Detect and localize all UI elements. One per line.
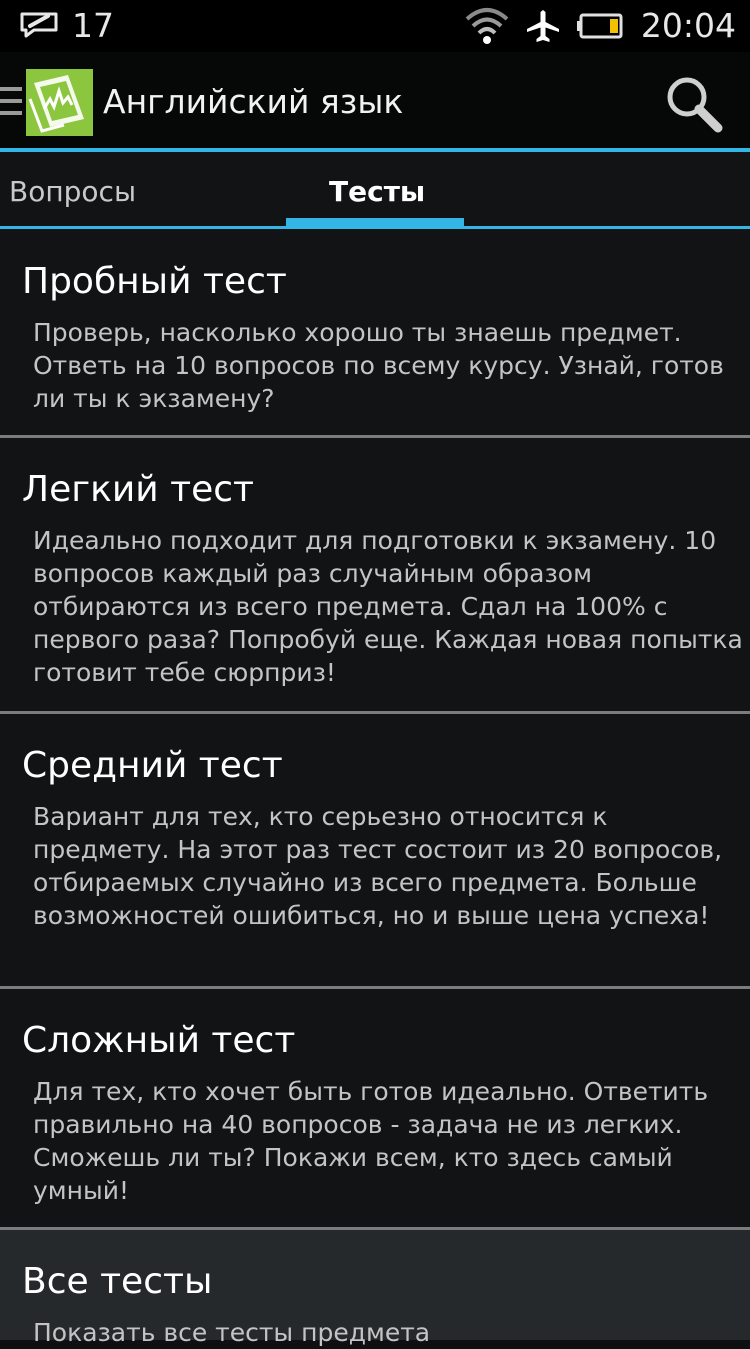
- list-item-title: Средний тест: [22, 745, 283, 786]
- status-right: 20:04: [449, 6, 736, 46]
- list-item-title: Легкий тест: [22, 469, 254, 510]
- list-item-description: Идеально подходит для подготовки к экзам…: [33, 526, 743, 687]
- list-item-trial-test[interactable]: Пробный тест Проверь, насколько хорошо т…: [0, 229, 750, 435]
- status-left: 17: [18, 6, 114, 46]
- tab-bar: Вопросы Тесты: [0, 152, 750, 228]
- search-icon[interactable]: [664, 74, 724, 134]
- tab-selected-indicator: [286, 218, 464, 226]
- airplane-mode-icon: [525, 8, 561, 44]
- list-item-title: Сложный тест: [22, 1020, 296, 1061]
- tab-tests[interactable]: Тесты: [329, 174, 425, 210]
- list-item-all-tests[interactable]: Все тесты Показать все тесты предмета: [0, 1230, 750, 1347]
- list-item-title: Все тесты: [22, 1261, 213, 1302]
- menu-icon[interactable]: [0, 87, 22, 117]
- list-item-medium-test[interactable]: Средний тест Вариант для тех, кто серьез…: [0, 714, 750, 986]
- wifi-icon: [465, 7, 509, 45]
- message-icon: [18, 8, 60, 44]
- list-item-description: Проверь, насколько хорошо ты знаешь пред…: [33, 318, 724, 413]
- list-item-hard-test[interactable]: Сложный тест Для тех, кто хочет быть гот…: [0, 989, 750, 1227]
- list-item-description: Вариант для тех, кто серьезно относится …: [33, 802, 723, 930]
- action-bar: Английский язык: [0, 52, 750, 150]
- list-item-title: Пробный тест: [22, 261, 287, 302]
- notification-count: 17: [72, 6, 114, 45]
- status-bar: 17 20:04: [0, 0, 750, 52]
- app-title: Английский язык: [103, 82, 404, 121]
- clock: 20:04: [640, 6, 736, 45]
- list-item-easy-test[interactable]: Легкий тест Идеально подходит для подгот…: [0, 438, 750, 711]
- app-logo-icon[interactable]: [26, 69, 93, 136]
- battery-icon: [576, 13, 625, 39]
- list-item-description: Для тех, кто хочет быть готов идеально. …: [33, 1077, 709, 1205]
- tab-questions[interactable]: Вопросы: [9, 174, 136, 210]
